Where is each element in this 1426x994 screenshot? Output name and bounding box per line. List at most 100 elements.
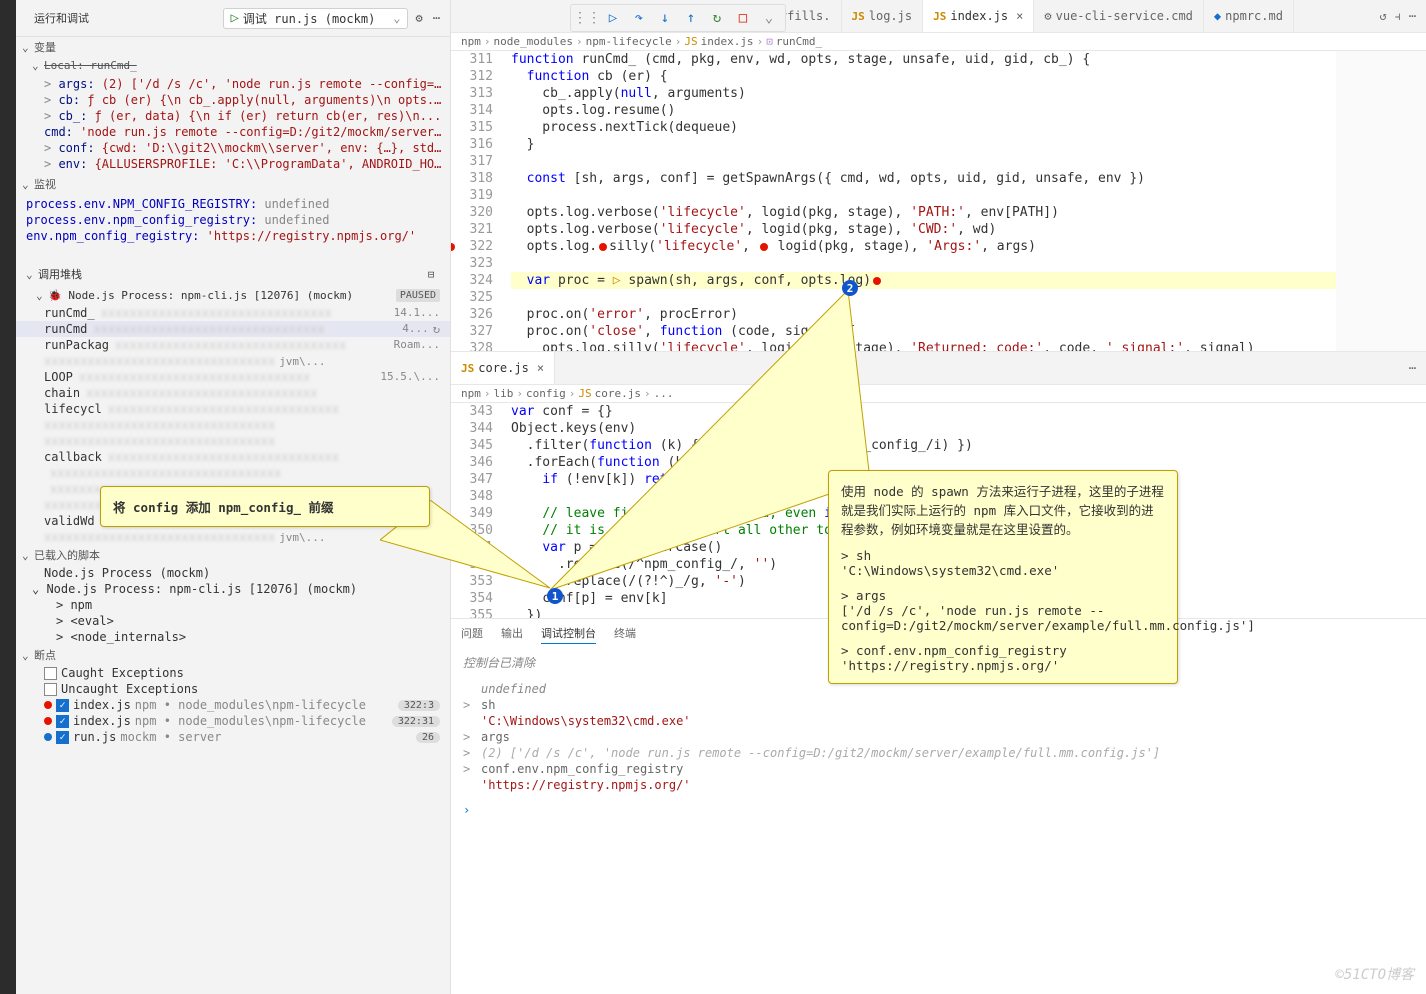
section-watch[interactable]: ⌄ 监视: [16, 174, 450, 194]
checkbox[interactable]: ✓: [56, 715, 69, 728]
panel-tab[interactable]: 问题: [461, 623, 483, 644]
breadcrumb-item[interactable]: npm: [461, 35, 481, 48]
editor-tab[interactable]: JSindex.js×: [923, 0, 1034, 32]
breakpoint-row[interactable]: Uncaught Exceptions: [16, 681, 450, 697]
panel-tab[interactable]: 终端: [614, 623, 636, 644]
call-frame[interactable]: runPackagxxxxxxxxxxxxxxxxxxxxxxxxxxxxxxx…: [16, 337, 450, 353]
watch-label: 监视: [34, 176, 56, 192]
call-frame[interactable]: xxxxxxxxxxxxxxxxxxxxxxxxxxxxxxxx: [16, 417, 450, 433]
collapse-icon[interactable]: ⊟: [422, 265, 440, 283]
tab-core-js[interactable]: JS core.js ×: [451, 352, 555, 384]
breakpoints-label: 断点: [34, 647, 56, 663]
call-frame[interactable]: runCmdxxxxxxxxxxxxxxxxxxxxxxxxxxxxxxxx4.…: [16, 321, 450, 337]
breadcrumb-item[interactable]: config: [526, 387, 566, 400]
stop-icon[interactable]: □: [733, 8, 753, 28]
breakpoint-row[interactable]: ✓run.jsmockm • server26: [16, 729, 450, 745]
breadcrumb-item[interactable]: core.js: [595, 387, 641, 400]
call-frame[interactable]: runCmd_xxxxxxxxxxxxxxxxxxxxxxxxxxxxxxxx1…: [16, 305, 450, 321]
variable-row[interactable]: > conf: {cwd: 'D:\\git2\\mockm\\server',…: [16, 140, 450, 156]
variable-row[interactable]: > env: {ALLUSERSPROFILE: 'C:\\ProgramDat…: [16, 156, 450, 172]
breadcrumb-2[interactable]: npm›lib›config›JScore.js›...: [451, 385, 1426, 403]
call-frame[interactable]: xxxxxxxxxxxxxxxxxxxxxxxxxxxxxxxxjvm\...: [16, 529, 450, 545]
editor-tab[interactable]: JSlog.js: [842, 0, 924, 32]
more-icon[interactable]: ⋯: [1409, 9, 1416, 24]
watch-row[interactable]: process.env.NPM_CONFIG_REGISTRY: undefin…: [16, 196, 450, 212]
editor-tab[interactable]: ◆npmrc.md: [1204, 0, 1294, 32]
split-icon[interactable]: ⫞: [1395, 9, 1401, 24]
chevron-down-icon: ⌄: [22, 178, 34, 191]
console-line: >args: [463, 729, 1414, 745]
breadcrumb-item[interactable]: runCmd_: [776, 35, 822, 48]
chevron-down-icon: ⌄: [22, 41, 34, 54]
breakpoint-row[interactable]: ✓index.jsnpm • node_modules\npm-lifecycl…: [16, 697, 450, 713]
process-row[interactable]: ⌄🐞 Node.js Process: npm-cli.js [12076] (…: [36, 289, 353, 302]
editor-1[interactable]: 311312313314315316317318319320321322323▷…: [451, 51, 1426, 351]
breadcrumb-item[interactable]: ...: [654, 387, 674, 400]
loaded-script-item[interactable]: Node.js Process (mockm): [16, 565, 450, 581]
call-frame[interactable]: chainxxxxxxxxxxxxxxxxxxxxxxxxxxxxxxxx: [16, 385, 450, 401]
more-icon[interactable]: ⋯: [1409, 361, 1426, 375]
chevron-down-icon[interactable]: ⌄: [759, 8, 779, 28]
annotation-2: 使用 node 的 spawn 方法来运行子进程，这里的子进程就是我们实际上运行…: [828, 470, 1178, 684]
annotation-text: 将 config 添加 npm_config_ 前缀: [113, 497, 417, 516]
panel-tab[interactable]: 调试控制台: [541, 623, 596, 644]
restart-icon[interactable]: ↻: [707, 8, 727, 28]
step-into-icon[interactable]: ↓: [655, 8, 675, 28]
section-variables[interactable]: ⌄ 变量: [16, 37, 450, 57]
section-breakpoints[interactable]: ⌄ 断点: [16, 645, 450, 665]
breadcrumb-item[interactable]: lib: [494, 387, 514, 400]
minimap[interactable]: [1336, 51, 1426, 351]
tab-label: vue-cli-service.cmd: [1056, 9, 1193, 23]
continue-icon[interactable]: ▷: [603, 8, 623, 28]
breadcrumb-item[interactable]: npm: [461, 387, 481, 400]
section-loaded[interactable]: ⌄ 已载入的脚本: [16, 545, 450, 565]
chevron-down-icon: ⌄: [22, 649, 34, 662]
editor-tab[interactable]: ⚙vue-cli-service.cmd: [1034, 0, 1204, 32]
variable-row[interactable]: > cb: ƒ cb (er) {\n cb_.apply(null, argu…: [16, 92, 450, 108]
call-frame[interactable]: LOOPxxxxxxxxxxxxxxxxxxxxxxxxxxxxxxxx15.5…: [16, 369, 450, 385]
breadcrumb-item[interactable]: index.js: [701, 35, 754, 48]
variables-label: 变量: [34, 39, 56, 55]
call-frame[interactable]: xxxxxxxxxxxxxxxxxxxxxxxxxxxxxxxxjvm\...: [16, 353, 450, 369]
call-frame[interactable]: lifecyclxxxxxxxxxxxxxxxxxxxxxxxxxxxxxxxx: [16, 401, 450, 417]
loaded-script-item[interactable]: > <eval>: [16, 613, 450, 629]
call-frame[interactable]: callbackxxxxxxxxxxxxxxxxxxxxxxxxxxxxxxxx: [16, 449, 450, 465]
loaded-body: Node.js Process (mockm)⌄ Node.js Process…: [16, 565, 450, 645]
checkbox[interactable]: ✓: [56, 699, 69, 712]
breadcrumb-1[interactable]: npm›node_modules›npm-lifecycle›JSindex.j…: [451, 33, 1426, 51]
close-icon[interactable]: ×: [1016, 9, 1023, 23]
call-frame[interactable]: xxxxxxxxxxxxxxxxxxxxxxxxxxxxxxxx: [16, 433, 450, 449]
breadcrumb-item[interactable]: npm-lifecycle: [586, 35, 672, 48]
grip-icon[interactable]: ⋮⋮: [577, 8, 597, 28]
sidebar-title: 运行和调试: [24, 4, 99, 32]
watermark: ©51CTO博客: [1335, 964, 1414, 984]
scope-local[interactable]: ⌄ Local: runCmd_: [16, 57, 450, 74]
gear-icon[interactable]: ⚙: [414, 9, 425, 27]
chevron-down-icon: ⌄: [32, 59, 44, 72]
watch-row[interactable]: process.env.npm_config_registry: undefin…: [16, 212, 450, 228]
history-icon[interactable]: ↺: [1380, 9, 1387, 24]
call-frame[interactable]: xxxxxxxxxxxxxxxxxxxxxxxxxxxxxxxx: [16, 465, 450, 481]
checkbox[interactable]: ✓: [56, 731, 69, 744]
debug-toolbar[interactable]: ⋮⋮ ▷ ↷ ↓ ↑ ↻ □ ⌄: [570, 4, 786, 32]
checkbox[interactable]: [44, 683, 57, 696]
panel-tab[interactable]: 输出: [501, 623, 523, 644]
checkbox[interactable]: [44, 667, 57, 680]
console-prompt[interactable]: ›: [463, 803, 1414, 817]
loaded-script-item[interactable]: > npm: [16, 597, 450, 613]
more-icon[interactable]: ⋯: [431, 9, 442, 27]
close-icon[interactable]: ×: [537, 361, 544, 375]
variable-row[interactable]: > cb_: ƒ (er, data) {\n if (er) return c…: [16, 108, 450, 124]
watch-row[interactable]: env.npm_config_registry: 'https://regist…: [16, 228, 450, 244]
breakpoint-row[interactable]: ✓index.jsnpm • node_modules\npm-lifecycl…: [16, 713, 450, 729]
variable-row[interactable]: > args: (2) ['/d /s /c', 'node run.js re…: [16, 76, 450, 92]
variable-row[interactable]: cmd: 'node run.js remote --config=D:/git…: [16, 124, 450, 140]
loaded-script-item[interactable]: ⌄ Node.js Process: npm-cli.js [12076] (m…: [16, 581, 450, 597]
tab-label: npmrc.md: [1225, 9, 1283, 23]
step-over-icon[interactable]: ↷: [629, 8, 649, 28]
launch-config-select[interactable]: ▷ 调试 run.js (mockm) ⌄: [223, 8, 407, 29]
breadcrumb-item[interactable]: node_modules: [494, 35, 573, 48]
breakpoint-row[interactable]: Caught Exceptions: [16, 665, 450, 681]
loaded-script-item[interactable]: > <node_internals>: [16, 629, 450, 645]
step-out-icon[interactable]: ↑: [681, 8, 701, 28]
